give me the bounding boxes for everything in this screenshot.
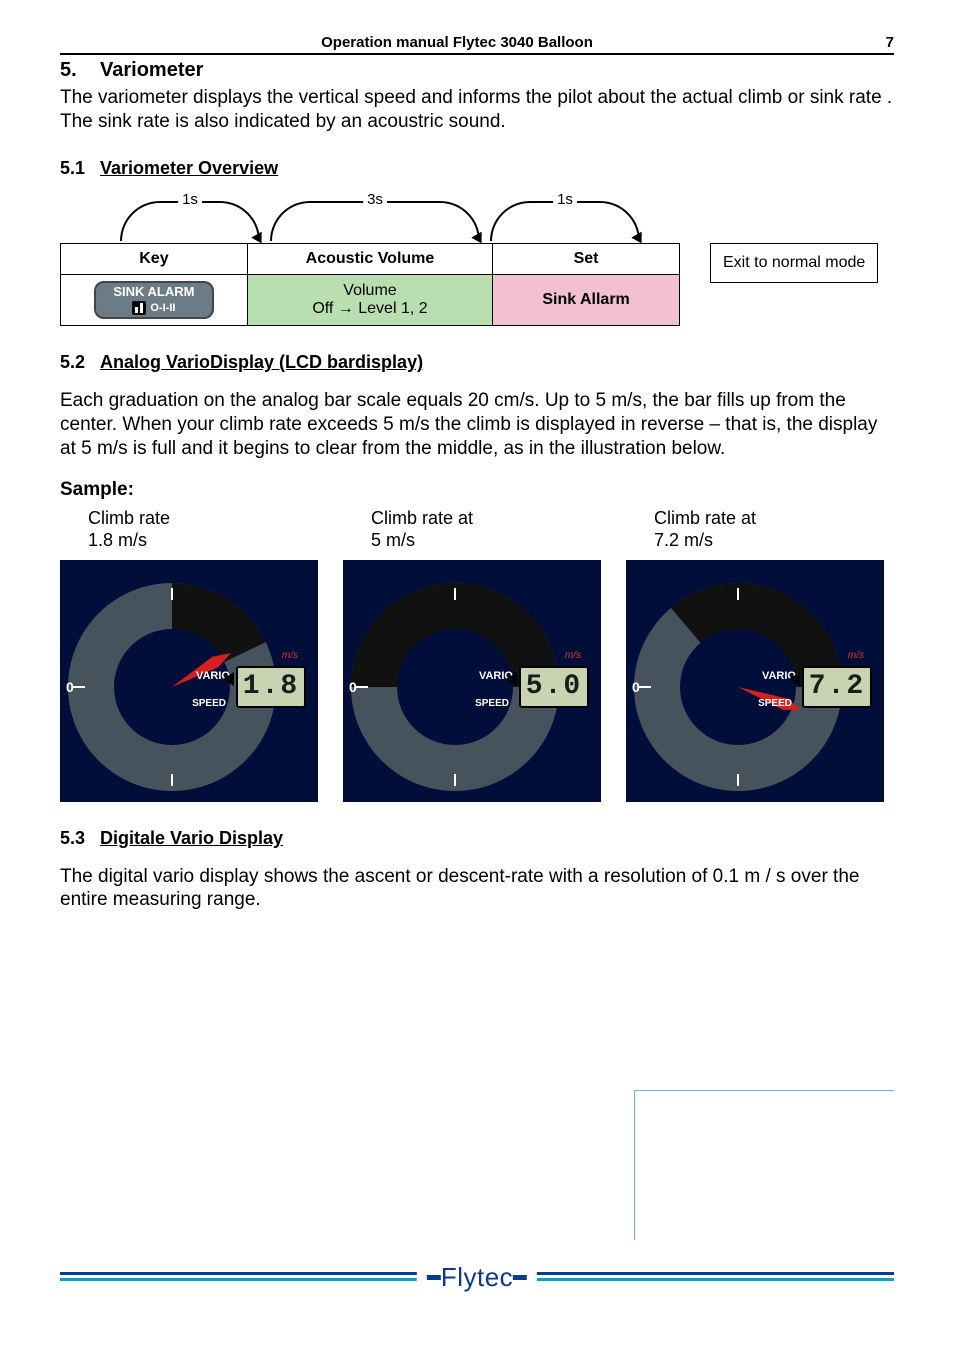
page-number: 7 bbox=[854, 34, 894, 51]
section-5-2-body: Each graduation on the analog bar scale … bbox=[60, 389, 894, 460]
section-5-3-body: The digital vario display shows the asce… bbox=[60, 865, 894, 913]
footer: Flytec bbox=[60, 1260, 894, 1294]
speed-label: SPEED bbox=[192, 698, 226, 709]
variometer-overview-diagram: 1s 3s 1s Key Acoustic Volume Set SINK AL… bbox=[60, 195, 894, 327]
svg-text:0: 0 bbox=[349, 679, 357, 695]
section-5-2-heading: 5.2Analog VarioDisplay (LCD bardisplay) bbox=[60, 352, 894, 373]
triangle-left-icon bbox=[789, 672, 800, 686]
sample-label: Sample: bbox=[60, 479, 894, 501]
svg-text:0: 0 bbox=[632, 679, 640, 695]
cell-key-button: SINK ALARM O-I-II bbox=[61, 274, 248, 326]
gauge-1-lcd: 1.8 bbox=[236, 666, 306, 708]
page-header: Operation manual Flytec 3040 Balloon 7 bbox=[60, 34, 894, 55]
arc-1s-a: 1s bbox=[120, 201, 260, 241]
cell-acoustic-volume: Volume Off → Level 1, 2 bbox=[247, 274, 492, 326]
decorative-corner bbox=[634, 1090, 894, 1240]
col-acoustic: Acoustic Volume bbox=[247, 243, 492, 274]
arc-3s: 3s bbox=[270, 201, 480, 241]
speed-label: SPEED bbox=[475, 698, 509, 709]
press-duration-arcs: 1s 3s 1s bbox=[120, 195, 894, 243]
gauge-2-lcd: 5.0 bbox=[519, 666, 589, 708]
gauge-3-lcd: 7.2 bbox=[802, 666, 872, 708]
section-5-1-heading: 5.1Variometer Overview bbox=[60, 158, 894, 179]
gauge-2: Climb rate at5 m/s 0 m/s VARIO SPEED 5.0 bbox=[343, 507, 611, 802]
speed-label: SPEED bbox=[758, 698, 792, 709]
svg-text:0: 0 bbox=[66, 679, 74, 695]
overview-table: Key Acoustic Volume Set SINK ALARM O-I-I… bbox=[60, 243, 680, 327]
section-5-intro: The variometer displays the vertical spe… bbox=[60, 86, 894, 134]
col-key: Key bbox=[61, 243, 248, 274]
gauge-samples: Climb rate1.8 m/s 0 bbox=[60, 507, 894, 802]
flytec-logo: Flytec bbox=[417, 1262, 537, 1293]
section-5-3-heading: 5.3Digitale Vario Display bbox=[60, 828, 894, 849]
triangle-left-icon bbox=[506, 672, 517, 686]
gauge-3: Climb rate at7.2 m/s 0 m/s bbox=[626, 507, 894, 802]
units-label: m/s bbox=[282, 650, 298, 661]
col-set: Set bbox=[493, 243, 680, 274]
gauge-1: Climb rate1.8 m/s 0 bbox=[60, 507, 328, 802]
gauge-2-dial: 0 m/s VARIO SPEED 5.0 bbox=[343, 560, 601, 802]
arc-1s-b: 1s bbox=[490, 201, 640, 241]
section-5-heading: 5.Variometer bbox=[60, 59, 894, 82]
gauge-3-dial: 0 m/s VARIO SPEED 7.2 bbox=[626, 560, 884, 802]
exit-mode-box: Exit to normal mode bbox=[710, 243, 878, 283]
sink-alarm-key[interactable]: SINK ALARM O-I-II bbox=[94, 281, 214, 320]
units-label: m/s bbox=[565, 650, 581, 661]
doc-title: Operation manual Flytec 3040 Balloon bbox=[321, 34, 593, 51]
cell-sink-alarm: Sink Allarm bbox=[493, 274, 680, 326]
triangle-left-icon bbox=[223, 672, 234, 686]
gauge-1-dial: 0 m/s VARIO SPEED 1.8 bbox=[60, 560, 318, 802]
volume-bars-icon bbox=[132, 301, 146, 315]
units-label: m/s bbox=[848, 650, 864, 661]
